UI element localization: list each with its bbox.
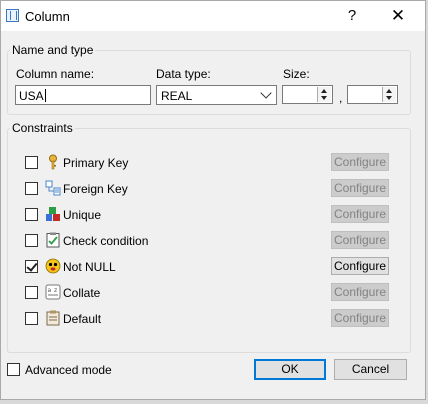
arrow-down-icon <box>386 96 392 100</box>
default-label: Default <box>63 312 102 326</box>
default-checkbox[interactable] <box>25 312 38 325</box>
column-name-value: USA <box>19 89 44 103</box>
primary-key-checkbox[interactable] <box>25 156 38 169</box>
check-condition-checkbox[interactable] <box>25 234 38 247</box>
size-separator: , <box>339 91 343 105</box>
collate-label: Collate <box>63 286 101 300</box>
primary-key-configure-button[interactable]: Configure <box>331 153 389 171</box>
arrow-up-icon <box>386 89 392 93</box>
default-configure-button[interactable]: Configure <box>331 309 389 327</box>
foreign-key-icon <box>45 180 61 196</box>
not-null-configure-button[interactable]: Configure <box>331 257 389 275</box>
size-scale-spinner[interactable] <box>347 85 398 104</box>
foreign-key-label: Foreign Key <box>63 182 128 196</box>
name-and-type-legend: Name and type <box>12 43 94 57</box>
constraint-row-check-condition: Check condition Configure <box>25 231 395 251</box>
collate-icon: a z <box>45 284 61 300</box>
constraint-row-collate: a z Collate Configure <box>25 283 395 303</box>
svg-text:z: z <box>54 287 57 294</box>
window-title: Column <box>25 9 70 24</box>
unique-label: Unique <box>63 208 102 222</box>
svg-text:a: a <box>48 287 52 294</box>
cancel-button[interactable]: Cancel <box>334 359 407 380</box>
check-condition-configure-button[interactable]: Configure <box>331 231 389 249</box>
not-null-label: Not NULL <box>63 260 116 274</box>
constraint-row-primary-key: Primary Key Configure <box>25 153 395 173</box>
constraint-row-not-null: Not NULL Configure <box>25 257 395 277</box>
ok-button[interactable]: OK <box>254 359 326 380</box>
constraint-row-default: Default Configure <box>25 309 395 329</box>
size-precision-spinner[interactable] <box>282 85 333 104</box>
chevron-down-icon <box>260 87 272 99</box>
constraint-row-unique: Unique Configure <box>25 205 395 225</box>
size-label: Size: <box>283 67 310 81</box>
column-icon <box>6 9 19 22</box>
data-type-select[interactable]: REAL <box>156 85 277 105</box>
title-bar: Column ? ✕ <box>1 1 425 31</box>
data-type-label: Data type: <box>156 67 211 81</box>
spinner-buttons[interactable] <box>317 87 331 102</box>
advanced-mode-label: Advanced mode <box>25 363 112 377</box>
spinner-buttons[interactable] <box>382 87 396 102</box>
check-condition-icon <box>46 232 60 248</box>
collate-checkbox[interactable] <box>25 286 38 299</box>
column-dialog: Column ? ✕ Name and type Column name: US… <box>0 0 426 400</box>
not-null-icon <box>45 258 61 274</box>
constraint-row-foreign-key: Foreign Key Configure <box>25 179 395 199</box>
constraints-legend: Constraints <box>12 121 73 135</box>
check-condition-label: Check condition <box>63 234 149 248</box>
default-icon <box>46 310 60 326</box>
advanced-mode-checkbox[interactable] <box>7 363 20 376</box>
foreign-key-configure-button[interactable]: Configure <box>331 179 389 197</box>
not-null-checkbox[interactable] <box>25 260 38 273</box>
close-button[interactable]: ✕ <box>385 6 411 26</box>
column-name-label: Column name: <box>16 67 95 81</box>
text-caret <box>44 89 46 102</box>
key-icon <box>49 154 57 170</box>
unique-checkbox[interactable] <box>25 208 38 221</box>
collate-configure-button[interactable]: Configure <box>331 283 389 301</box>
arrow-up-icon <box>321 89 327 93</box>
data-type-value: REAL <box>161 89 193 103</box>
unique-icon <box>46 207 60 221</box>
arrow-down-icon <box>321 96 327 100</box>
help-button[interactable]: ? <box>339 6 365 26</box>
column-name-input[interactable]: USA <box>15 85 151 105</box>
primary-key-label: Primary Key <box>63 156 129 170</box>
unique-configure-button[interactable]: Configure <box>331 205 389 223</box>
foreign-key-checkbox[interactable] <box>25 182 38 195</box>
